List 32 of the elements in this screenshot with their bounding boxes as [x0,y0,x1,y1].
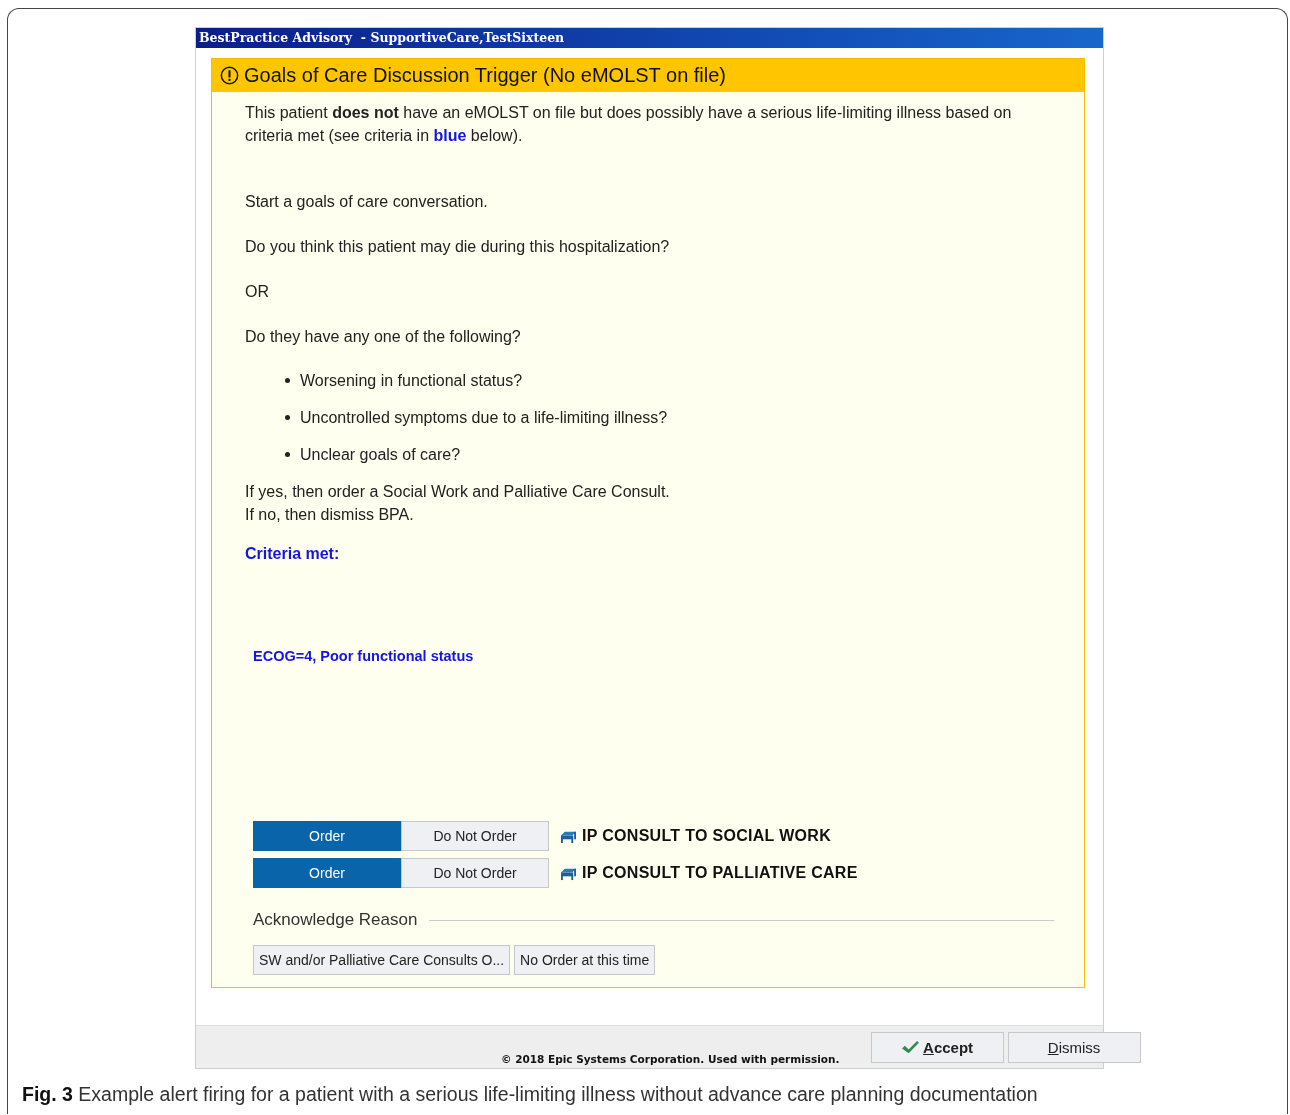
window-title: BestPractice Advisory - SupportiveCare,TestSixteen [196,28,1103,48]
bullet-icon [285,378,290,383]
reason-button[interactable]: No Order at this time [514,945,656,975]
order-option-button[interactable]: Order [253,858,401,888]
criteria-heading: Criteria met: [245,544,341,564]
checkmark-icon [901,1040,921,1055]
order-option-button[interactable]: Do Not Order [401,858,549,888]
copyright-text: © 2018 Epic Systems Corporation. Used with permission. [501,1053,840,1065]
bullet-text: Uncontrolled symptoms due to a life-limiting illness? [300,408,668,428]
bullet-icon [285,452,290,457]
bullet-icon [285,415,290,420]
accept-button[interactable]: Accept [870,1032,1004,1063]
order-option-button[interactable]: Do Not Order [401,821,549,851]
intro-text: This patient does not have an eMOLST on file but does possibly have a serious life-limiting illness based on criteria met (see criteria in blue below). [245,103,1013,146]
order-name: IP CONSULT TO PALLIATIVE CARE [582,864,858,882]
criteria-item: ECOG=4, Poor functional status [253,648,475,665]
paragraph-text: OR [245,282,270,302]
figure-caption: Fig. 3 Example alert firing for a patient with a serious life-limiting illness without advance care planning documentation [22,1083,1039,1106]
paragraph-text: Do they have any one of the following? [245,327,522,347]
alert-icon [220,66,239,85]
order-name: IP CONSULT TO SOCIAL WORK [582,827,831,845]
instruction-text: If yes, then order a Social Work and Palliative Care Consult. [245,482,671,502]
paragraph-text: Do you think this patient may die during this hospitalization? [245,237,671,257]
paragraph-text: Start a goals of care conversation. [245,192,489,212]
reason-button[interactable]: SW and/or Palliative Care Consults O... [253,945,511,975]
order-option-button[interactable]: Order [253,821,401,851]
acknowledge-label: Acknowledge Reason [253,909,418,931]
bullet-text: Worsening in functional status? [300,371,523,391]
advisory-title: Goals of Care Discussion Trigger (No eMOLST on file) [244,64,727,87]
instruction-text: If no, then dismiss BPA. [245,505,415,525]
bullet-text: Unclear goals of care? [300,445,461,465]
dismiss-button[interactable]: Dismiss [1007,1032,1141,1063]
